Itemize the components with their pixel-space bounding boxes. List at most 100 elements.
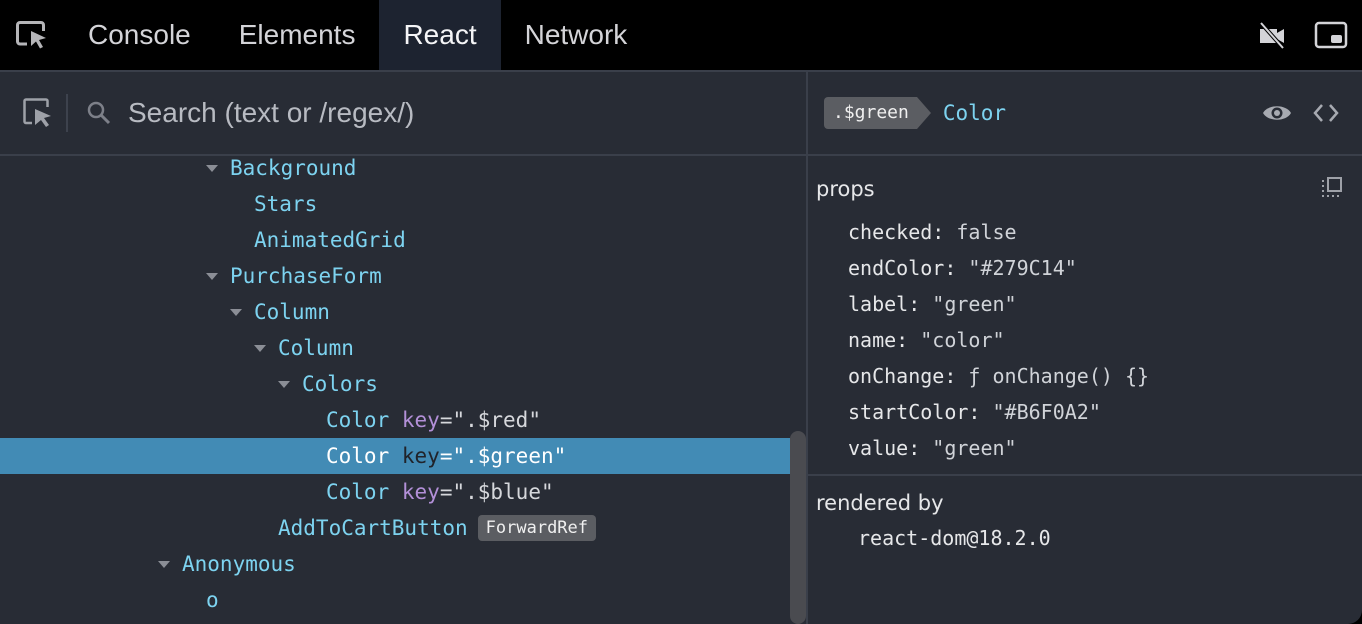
prop-key: label: xyxy=(848,292,921,316)
forwardref-badge: ForwardRef xyxy=(477,515,597,541)
expand-caret-icon[interactable] xyxy=(206,272,218,280)
code-brackets-icon xyxy=(1313,104,1339,122)
component-name: Color xyxy=(326,480,390,504)
expand-caret-icon[interactable] xyxy=(158,560,170,568)
prop-value[interactable]: "green" xyxy=(932,292,1016,316)
inspect-dom-button[interactable] xyxy=(1262,102,1292,124)
props-divider xyxy=(808,474,1362,476)
tree-row-anonymous[interactable]: Anonymous xyxy=(0,546,790,582)
tab-react[interactable]: React xyxy=(379,0,501,70)
component-tree: Background Stars AnimatedGrid PurchaseFo… xyxy=(0,156,790,624)
renderer-version: react-dom@18.2.0 xyxy=(858,526,1051,550)
picture-in-picture-icon xyxy=(1314,21,1348,49)
tab-network[interactable]: Network xyxy=(501,0,652,70)
tree-row-stars[interactable]: Stars xyxy=(0,186,790,222)
tree-row-background[interactable]: Background xyxy=(0,156,790,186)
picture-in-picture-button[interactable] xyxy=(1314,21,1348,49)
tree-row-purchaseform[interactable]: PurchaseForm xyxy=(0,258,790,294)
component-name: Colors xyxy=(302,372,378,396)
component-name: Column xyxy=(278,336,354,360)
prop-key: checked: xyxy=(848,220,945,244)
key-attribute-label: key xyxy=(401,480,440,504)
component-name: PurchaseForm xyxy=(230,264,382,288)
tab-console[interactable]: Console xyxy=(64,0,215,70)
prop-key: name: xyxy=(848,328,909,352)
key-attribute-close: " xyxy=(528,408,541,432)
tree-row-color-green-selected[interactable]: Color key =" .$green " xyxy=(0,438,790,474)
prop-key: endColor: xyxy=(848,256,957,280)
expand-caret-icon[interactable] xyxy=(206,164,218,172)
expand-caret-icon[interactable] xyxy=(254,344,266,352)
component-name: Color xyxy=(326,408,390,432)
view-source-button[interactable] xyxy=(1312,102,1340,124)
prop-row-endcolor[interactable]: endColor: "#279C14" xyxy=(848,256,1077,280)
prop-row-value[interactable]: value: "green" xyxy=(848,436,1017,460)
component-name: AnimatedGrid xyxy=(254,228,406,252)
expand-caret-icon[interactable] xyxy=(230,308,242,316)
react-devtools-panel: Background Stars AnimatedGrid PurchaseFo… xyxy=(0,72,1362,624)
inspected-element-pane: .$green Color props checked: false endCo… xyxy=(808,72,1362,624)
key-attribute-close: " xyxy=(553,444,567,468)
tree-row-animatedgrid[interactable]: AnimatedGrid xyxy=(0,222,790,258)
prop-value[interactable]: ƒ onChange() {} xyxy=(968,364,1149,388)
prop-value[interactable]: "#279C14" xyxy=(968,256,1076,280)
key-attribute-close: " xyxy=(540,480,554,504)
component-name: Background xyxy=(230,156,357,180)
tree-row-column[interactable]: Column xyxy=(0,294,790,330)
component-name: Stars xyxy=(254,192,318,216)
prop-row-label[interactable]: label: "green" xyxy=(848,292,1017,316)
devtools-tab-bar: Console Elements React Network xyxy=(0,0,1362,70)
inspect-element-button[interactable] xyxy=(0,0,64,70)
tree-row-o[interactable]: o xyxy=(0,582,790,618)
prop-value[interactable]: "green" xyxy=(932,436,1016,460)
tree-scrollbar[interactable] xyxy=(790,431,806,624)
search-separator xyxy=(66,94,68,132)
prop-key: onChange: xyxy=(848,364,957,388)
prop-row-checked[interactable]: checked: false xyxy=(848,220,1017,244)
expand-caret-icon[interactable] xyxy=(278,380,290,388)
prop-key: startColor: xyxy=(848,400,981,424)
tree-row-color-blue[interactable]: Color key =" .$blue " xyxy=(0,474,790,510)
copy-props-button[interactable] xyxy=(1320,176,1344,205)
eye-icon xyxy=(1263,106,1291,120)
rendered-by-title: rendered by xyxy=(816,491,944,515)
camera-off-icon xyxy=(1259,21,1285,49)
inspected-element-header: .$green Color xyxy=(808,72,1362,154)
prop-row-onchange[interactable]: onChange: ƒ onChange() {} xyxy=(848,364,1149,388)
key-attribute-value: .$red xyxy=(465,408,529,432)
camera-toggle-button[interactable] xyxy=(1258,21,1288,49)
component-name: o xyxy=(206,588,219,612)
inspected-component-name: Color xyxy=(942,101,1007,125)
prop-row-startcolor[interactable]: startColor: "#B6F0A2" xyxy=(848,400,1101,424)
key-attribute-eq: =" xyxy=(439,408,466,432)
props-section-title: props xyxy=(816,177,875,201)
tree-row-addtocartbutton[interactable]: AddToCartButton ForwardRef xyxy=(0,510,790,546)
key-breadcrumb: .$green xyxy=(824,97,931,129)
select-element-button[interactable] xyxy=(22,97,56,129)
key-attribute-eq: =" xyxy=(439,480,466,504)
tree-row-color-red[interactable]: Color key =" .$red " xyxy=(0,402,790,438)
search-bar xyxy=(0,72,806,154)
tree-row-colors[interactable]: Colors xyxy=(0,366,790,402)
component-name: AddToCartButton xyxy=(278,516,468,540)
key-attribute-label: key xyxy=(401,444,440,468)
component-name: Column xyxy=(254,300,330,324)
tree-row-column-inner[interactable]: Column xyxy=(0,330,790,366)
component-name: Color xyxy=(326,444,390,468)
select-element-icon xyxy=(23,98,51,127)
prop-value[interactable]: "color" xyxy=(920,328,1004,352)
key-attribute-eq: =" xyxy=(439,444,466,468)
key-attribute-label: key xyxy=(401,408,440,432)
inspect-element-icon xyxy=(16,21,46,49)
prop-key: value: xyxy=(848,436,921,460)
component-name: Anonymous xyxy=(182,552,296,576)
prop-value[interactable]: "#B6F0A2" xyxy=(993,400,1101,424)
tab-elements[interactable]: Elements xyxy=(215,0,380,70)
prop-row-name[interactable]: name: "color" xyxy=(848,328,1005,352)
prop-value[interactable]: false xyxy=(956,220,1016,244)
inspector-header-divider xyxy=(808,154,1362,156)
component-tree-pane: Background Stars AnimatedGrid PurchaseFo… xyxy=(0,72,806,624)
key-attribute-value: .$blue xyxy=(465,480,541,504)
search-icon xyxy=(87,101,111,125)
search-input[interactable] xyxy=(128,97,728,129)
